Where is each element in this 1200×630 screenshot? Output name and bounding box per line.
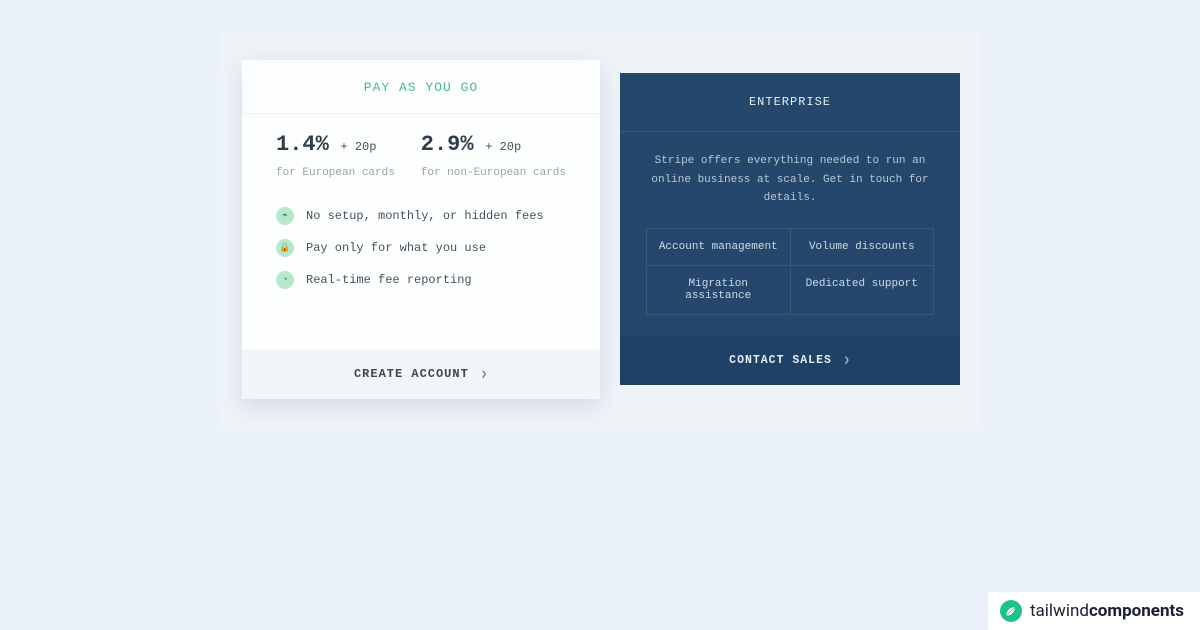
enterprise-description: Stripe offers everything needed to run a… [646, 152, 934, 208]
payg-body: 1.4% + 20p for European cards 2.9% + 20p… [242, 113, 600, 349]
contact-sales-label: CONTACT SALES [729, 354, 832, 367]
brand-word-2: components [1089, 601, 1184, 621]
price-european: 1.4% + 20p for European cards [276, 132, 395, 179]
chevron-right-icon: ❯ [844, 356, 851, 367]
brand-badge[interactable]: tailwindcomponents [988, 592, 1200, 630]
create-account-label: CREATE ACCOUNT [354, 367, 469, 381]
price-european-rate: 1.4% [276, 132, 329, 157]
grid-cell: Dedicated support [790, 266, 934, 314]
price-noneuropean-rate: 2.9% [421, 132, 474, 157]
price-noneuropean-sub: for non-European cards [421, 167, 566, 179]
enterprise-title: ENTERPRISE [620, 73, 960, 132]
feature-label: Pay only for what you use [306, 241, 486, 255]
price-noneuropean: 2.9% + 20p for non-European cards [421, 132, 566, 179]
feature-item: ☂ No setup, monthly, or hidden fees [276, 207, 566, 225]
grid-cell: Volume discounts [790, 229, 934, 265]
feature-label: Real-time fee reporting [306, 273, 472, 287]
enterprise-card: ENTERPRISE Stripe offers everything need… [620, 73, 960, 385]
umbrella-icon: ☂ [276, 207, 294, 225]
pricing-stage: PAY AS YOU GO 1.4% + 20p for European ca… [220, 30, 981, 430]
contact-sales-button[interactable]: CONTACT SALES ❯ [620, 336, 960, 385]
grid-cell: Account management [647, 229, 790, 265]
lock-icon: 🔒 [276, 239, 294, 257]
feature-item: ◔ Real-time fee reporting [276, 271, 566, 289]
grid-cell: Migration assistance [647, 266, 790, 314]
grid-row: Account management Volume discounts [647, 229, 933, 265]
create-account-button[interactable]: CREATE ACCOUNT ❯ [242, 349, 600, 399]
payg-features: ☂ No setup, monthly, or hidden fees 🔒 Pa… [276, 207, 566, 289]
chevron-right-icon: ❯ [481, 370, 488, 381]
payg-prices: 1.4% + 20p for European cards 2.9% + 20p… [276, 132, 566, 179]
price-noneuropean-addon: + 20p [485, 140, 521, 154]
brand-word-1: tailwind [1030, 601, 1089, 621]
pay-as-you-go-card: PAY AS YOU GO 1.4% + 20p for European ca… [242, 60, 600, 399]
chart-icon: ◔ [276, 271, 294, 289]
feature-item: 🔒 Pay only for what you use [276, 239, 566, 257]
enterprise-body: Stripe offers everything needed to run a… [620, 132, 960, 336]
leaf-icon [1000, 600, 1022, 622]
feature-label: No setup, monthly, or hidden fees [306, 209, 544, 223]
payg-title: PAY AS YOU GO [242, 60, 600, 113]
price-european-sub: for European cards [276, 167, 395, 179]
grid-row: Migration assistance Dedicated support [647, 265, 933, 314]
enterprise-feature-grid: Account management Volume discounts Migr… [646, 228, 934, 315]
price-european-addon: + 20p [340, 140, 376, 154]
